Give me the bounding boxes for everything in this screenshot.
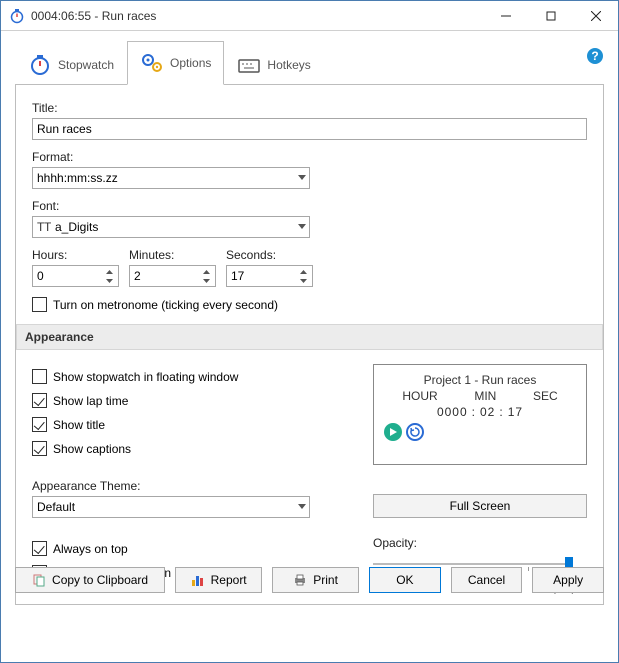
lap-checkbox[interactable]	[32, 393, 47, 408]
digits-hour: 0000	[437, 405, 468, 419]
caption-min: MIN	[474, 389, 496, 403]
tab-hotkeys[interactable]: Hotkeys	[224, 45, 323, 85]
apply-button[interactable]: Apply	[532, 567, 604, 593]
caption-hour: HOUR	[402, 389, 437, 403]
stopwatch-icon	[28, 53, 52, 77]
font-combo[interactable]: TT a_Digits	[32, 216, 310, 238]
lap-label: Show lap time	[53, 394, 128, 408]
font-icon: TT	[37, 221, 51, 233]
svg-text:T: T	[44, 221, 51, 233]
spin-up-icon[interactable]	[296, 267, 311, 276]
chevron-down-icon	[298, 224, 306, 230]
theme-combo[interactable]: Default	[32, 496, 310, 518]
svg-text:?: ?	[591, 49, 598, 63]
alwaystop-checkbox[interactable]	[32, 541, 47, 556]
tab-options[interactable]: Options	[127, 41, 224, 85]
title-label: Title:	[32, 101, 587, 115]
tab-label: Hotkeys	[267, 58, 310, 72]
preview-reset-button[interactable]	[406, 423, 424, 441]
preview-title: Project 1 - Run races	[384, 373, 576, 387]
help-button[interactable]: ?	[586, 47, 604, 65]
floating-label: Show stopwatch in floating window	[53, 370, 238, 384]
metronome-checkbox[interactable]	[32, 297, 47, 312]
spin-up-icon[interactable]	[102, 267, 117, 276]
seconds-label: Seconds:	[226, 248, 313, 262]
print-icon	[293, 574, 307, 586]
hours-spinner[interactable]: 0	[32, 265, 119, 287]
tab-label: Options	[170, 56, 211, 70]
seconds-spinner[interactable]: 17	[226, 265, 313, 287]
print-button[interactable]: Print	[272, 567, 359, 593]
digits-sec: 17	[508, 405, 523, 419]
minutes-spinner[interactable]: 2	[129, 265, 216, 287]
fullscreen-button[interactable]: Full Screen	[373, 494, 587, 518]
cancel-button[interactable]: Cancel	[451, 567, 523, 593]
caption-sec: SEC	[533, 389, 558, 403]
appearance-header: Appearance	[16, 324, 603, 350]
minimize-button[interactable]	[483, 1, 528, 30]
spin-down-icon[interactable]	[102, 276, 117, 285]
chevron-down-icon	[298, 175, 306, 181]
preview-play-button[interactable]	[384, 423, 402, 441]
close-button[interactable]	[573, 1, 618, 30]
window-title: 0004:06:55 - Run races	[31, 9, 483, 23]
tab-row: Stopwatch Options Hotkeys ?	[15, 41, 604, 85]
captions-label: Show captions	[53, 442, 131, 456]
ok-button[interactable]: OK	[369, 567, 441, 593]
font-label: Font:	[32, 199, 587, 213]
showtitle-checkbox[interactable]	[32, 417, 47, 432]
gears-icon	[140, 51, 164, 75]
app-icon	[9, 8, 25, 24]
metronome-label: Turn on metronome (ticking every second)	[53, 298, 278, 312]
keyboard-icon	[237, 53, 261, 77]
format-combo[interactable]: hhhh:mm:ss.zz	[32, 167, 310, 189]
preview-pane: Project 1 - Run races HOUR MIN SEC 0000:…	[373, 364, 587, 465]
chart-icon	[191, 574, 205, 586]
showtitle-label: Show title	[53, 418, 105, 432]
seconds-value: 17	[231, 269, 244, 283]
alwaystop-label: Always on top	[53, 542, 128, 556]
theme-label: Appearance Theme:	[32, 479, 355, 493]
digits-min: 02	[480, 405, 495, 419]
minutes-label: Minutes:	[129, 248, 216, 262]
options-panel: Title: Format: hhhh:mm:ss.zz Font: TT a_…	[15, 84, 604, 605]
chevron-down-icon	[298, 504, 306, 510]
captions-checkbox[interactable]	[32, 441, 47, 456]
footer-buttons: Copy to Clipboard Report Print OK Cancel…	[15, 567, 604, 593]
hours-label: Hours:	[32, 248, 119, 262]
minutes-value: 2	[134, 269, 141, 283]
spin-down-icon[interactable]	[296, 276, 311, 285]
maximize-button[interactable]	[528, 1, 573, 30]
tab-stopwatch[interactable]: Stopwatch	[15, 45, 127, 85]
hours-value: 0	[37, 269, 44, 283]
theme-value: Default	[37, 500, 75, 514]
title-input[interactable]	[32, 118, 587, 140]
copy-icon	[32, 573, 46, 587]
format-value: hhhh:mm:ss.zz	[37, 171, 118, 185]
spin-down-icon[interactable]	[199, 276, 214, 285]
title-bar: 0004:06:55 - Run races	[1, 1, 618, 31]
opacity-label: Opacity:	[373, 536, 587, 550]
tab-label: Stopwatch	[58, 58, 114, 72]
font-value: a_Digits	[55, 220, 98, 234]
format-label: Format:	[32, 150, 587, 164]
report-button[interactable]: Report	[175, 567, 262, 593]
floating-checkbox[interactable]	[32, 369, 47, 384]
copy-button[interactable]: Copy to Clipboard	[15, 567, 165, 593]
spin-up-icon[interactable]	[199, 267, 214, 276]
